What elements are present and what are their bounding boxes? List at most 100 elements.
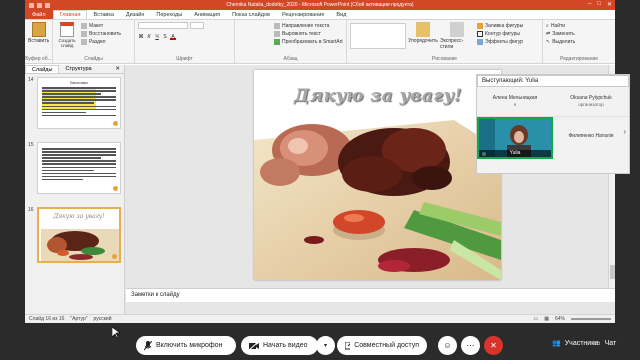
participant-video-tile[interactable]: Yulia bbox=[477, 117, 553, 159]
tab-insert[interactable]: Вставка bbox=[87, 10, 119, 19]
slide-title[interactable]: Дякую за увагу! bbox=[294, 86, 484, 112]
shapes-gallery[interactable] bbox=[350, 23, 406, 49]
align-text-label: Выровнять текст bbox=[282, 31, 321, 37]
slide-thumbnail-14[interactable]: 14 Висновки bbox=[28, 77, 122, 133]
normal-view-icon[interactable]: ▭ bbox=[534, 316, 539, 322]
participant-tile[interactable]: Филипенко Наталія bbox=[553, 117, 629, 161]
reactions-button[interactable]: ☺ bbox=[438, 336, 457, 355]
participant-row: Алена Мельницкая я Oksana Pylypchuk орга… bbox=[477, 87, 629, 117]
notes-pane[interactable]: Заметки к слайду bbox=[126, 288, 615, 302]
text-direction-button[interactable]: Направление текста bbox=[274, 23, 343, 29]
ribbon: Вставить Буфер об... Создать слайд Макет… bbox=[25, 20, 615, 64]
font-size-dropdown[interactable] bbox=[190, 22, 204, 29]
scrollbar-thumb[interactable] bbox=[610, 265, 615, 279]
underline-icon[interactable]: Ч bbox=[154, 34, 160, 40]
zoom-slider[interactable] bbox=[571, 318, 611, 320]
tab-file[interactable]: Файл bbox=[25, 10, 53, 19]
panel-close-icon[interactable]: ✕ bbox=[111, 65, 124, 73]
theme-name: "Артур" bbox=[70, 316, 88, 322]
tab-slideshow[interactable]: Показ слайдов bbox=[226, 10, 276, 19]
new-slide-label: Создать слайд bbox=[58, 38, 76, 48]
find-button[interactable]: ⌕ Найти bbox=[546, 23, 575, 29]
sorter-view-icon[interactable]: ▦ bbox=[544, 316, 549, 322]
italic-icon[interactable]: К bbox=[146, 34, 152, 40]
quick-styles-icon bbox=[450, 22, 464, 37]
thumbnail-preview: Висновки bbox=[37, 77, 121, 129]
end-call-button[interactable]: ✕ bbox=[484, 336, 503, 355]
shape-fill-button[interactable]: Заливка фигуры bbox=[477, 23, 523, 29]
shape-outline-icon bbox=[477, 31, 483, 37]
section-button[interactable]: Раздел bbox=[81, 39, 121, 45]
slide-thumbnail-16[interactable]: 16 Дякую за увагу! bbox=[28, 207, 122, 267]
more-options-button[interactable]: ⋯ bbox=[461, 336, 480, 355]
tab-view[interactable]: Вид bbox=[330, 10, 352, 19]
tab-transitions[interactable]: Переходы bbox=[150, 10, 188, 19]
tab-design[interactable]: Дизайн bbox=[120, 10, 151, 19]
align-text-button[interactable]: Выровнять текст bbox=[274, 31, 343, 37]
microphone-button[interactable]: Включить микрофон bbox=[136, 336, 236, 355]
quick-styles-label: Экспресс-стили bbox=[440, 38, 464, 50]
chat-button[interactable]: ▭ Чат bbox=[594, 339, 616, 348]
minimize-icon[interactable]: – bbox=[588, 1, 591, 8]
find-label: Найти bbox=[550, 23, 566, 29]
zoom-level[interactable]: 64% bbox=[555, 316, 565, 322]
participant-tile[interactable]: Алена Мельницкая я bbox=[477, 87, 553, 116]
font-color-icon[interactable]: A bbox=[170, 34, 176, 40]
participants-panel: Выступающий: Yulia Алена Мельницкая я Ok… bbox=[476, 74, 630, 174]
select-button[interactable]: ↖ Выделить bbox=[546, 39, 575, 45]
animation-icon bbox=[113, 186, 118, 191]
thumbnail-preview bbox=[37, 142, 121, 194]
shape-fill-icon bbox=[477, 23, 483, 29]
share-label: Совместный доступ bbox=[354, 342, 419, 349]
thumbnail-text bbox=[42, 148, 116, 182]
layout-button[interactable]: Макет bbox=[81, 23, 121, 29]
text-direction-label: Направление текста bbox=[282, 23, 330, 29]
shape-effects-label: Эффекты фигур bbox=[485, 39, 524, 45]
tab-slides[interactable]: Слайды bbox=[25, 65, 60, 73]
video-options-button[interactable]: ▾ bbox=[316, 336, 335, 355]
maximize-icon[interactable]: □ bbox=[597, 1, 601, 8]
shape-effects-button[interactable]: Эффекты фигур bbox=[477, 39, 523, 45]
participant-row: Yulia Филипенко Наталія bbox=[477, 117, 629, 161]
arrange-label: Упорядочить bbox=[408, 38, 438, 44]
replace-button[interactable]: ⇄ Заменить bbox=[546, 31, 575, 37]
ribbon-tabs: Файл Главная Вставка Дизайн Переходы Ани… bbox=[25, 10, 615, 20]
slides-group: Создать слайд Макет Восстановить Раздел … bbox=[53, 20, 135, 63]
close-icon[interactable]: ✕ bbox=[607, 1, 612, 8]
slide-food-image[interactable] bbox=[254, 110, 501, 280]
thumbnail-number: 16 bbox=[28, 207, 34, 213]
screen: Chernika Natalia_dodotky_2020 - Microsof… bbox=[0, 0, 640, 360]
next-page-icon[interactable]: › bbox=[623, 127, 626, 136]
tab-animation[interactable]: Анимация bbox=[188, 10, 226, 19]
slide-thumbnail-15[interactable]: 15 bbox=[28, 142, 122, 198]
thumbnail-heading: Дякую за увагу! bbox=[53, 213, 105, 220]
share-button[interactable]: Совместный доступ bbox=[337, 336, 427, 355]
close-icon: ✕ bbox=[490, 341, 497, 350]
mouse-cursor-icon bbox=[112, 327, 120, 338]
video-button[interactable]: Начать видео bbox=[241, 336, 318, 355]
participant-role: организатор bbox=[578, 102, 604, 107]
bold-icon[interactable]: Ж bbox=[138, 34, 144, 40]
window-controls: – □ ✕ bbox=[588, 1, 612, 8]
shape-effects-icon bbox=[477, 39, 483, 45]
language[interactable]: русский bbox=[94, 316, 112, 322]
emoji-icon: ☺ bbox=[443, 341, 452, 350]
font-family-dropdown[interactable] bbox=[138, 22, 188, 29]
font-format-row: Ж К Ч S A bbox=[138, 34, 231, 40]
shadow-icon[interactable]: S bbox=[162, 34, 168, 40]
thumbnail-number: 15 bbox=[28, 142, 34, 148]
font-group-label: Шрифт bbox=[176, 56, 193, 62]
tab-home[interactable]: Главная bbox=[52, 10, 88, 19]
tab-outline[interactable]: Структура bbox=[59, 65, 97, 73]
layout-icon bbox=[81, 23, 87, 29]
smartart-button[interactable]: Преобразовать в SmartArt bbox=[274, 39, 343, 45]
slides-group-label: Слайды bbox=[84, 56, 103, 62]
tab-review[interactable]: Рецензирование bbox=[276, 10, 330, 19]
panel-tabs: Слайды Структура ✕ bbox=[25, 65, 124, 74]
reset-button[interactable]: Восстановить bbox=[81, 31, 121, 37]
participants-button[interactable]: 👥 Участники bbox=[552, 339, 598, 348]
participant-tile[interactable]: Oksana Pylypchuk организатор bbox=[553, 87, 629, 116]
replace-label: Заменить bbox=[552, 31, 575, 37]
current-slide[interactable]: Дякую за увагу! bbox=[254, 70, 501, 280]
shape-outline-button[interactable]: Контур фигуры bbox=[477, 31, 523, 37]
